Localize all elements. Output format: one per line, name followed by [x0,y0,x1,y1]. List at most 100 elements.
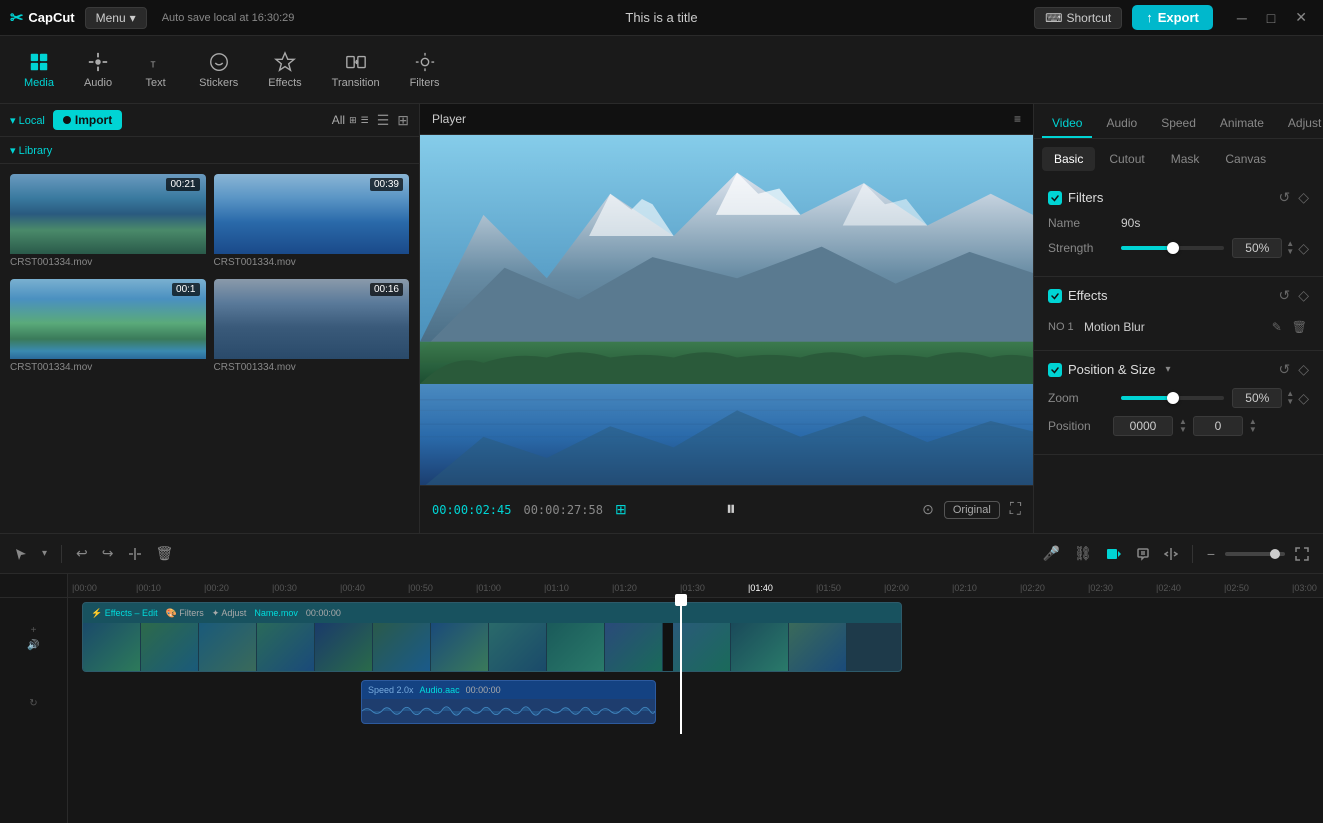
basic-tab-basic[interactable]: Basic [1042,147,1095,171]
crop-icon[interactable]: ⊙ [922,501,934,518]
delete-button[interactable]: 🗑 [152,541,178,566]
position-x-down[interactable]: ▼ [1177,426,1189,434]
list-view-btn[interactable]: ☰ [377,112,390,129]
filters-reset-button[interactable]: ↺ [1278,189,1290,206]
effects-reset-button[interactable]: ↺ [1278,287,1290,304]
media-item[interactable]: 00:1 CRST001334.mov [10,279,206,376]
tool-text[interactable]: T Text [128,45,183,95]
ruler-mark-active: |01:40 [748,583,773,593]
tab-animate[interactable]: Animate [1210,110,1274,138]
filters-title: Filters [1068,190,1103,205]
logo-icon: ✂ [10,8,23,28]
track-filename: Name.mov [254,608,298,618]
thumb-cell [141,623,199,671]
tool-filters[interactable]: Filters [396,45,454,95]
fullscreen-button[interactable]: ⛶ [1010,501,1021,519]
effect-edit-button[interactable]: ✎ [1270,318,1284,336]
tab-audio[interactable]: Audio [1096,110,1147,138]
undo-button[interactable]: ↩ [72,541,92,566]
audio-track[interactable]: Speed 2.0x Audio.aac 00:00:00 [361,680,656,724]
video-track[interactable]: ⚡ Effects – Edit 🎨 Filters ✦ Adjust Name… [82,602,902,672]
minimize-button[interactable]: ─ [1231,7,1253,28]
timeline-zoom-slider[interactable] [1225,552,1285,556]
filters-name-label: Name [1048,216,1113,230]
tab-adjust[interactable]: Adjust [1278,110,1323,138]
zoom-slider[interactable] [1121,396,1224,400]
position-diamond-button[interactable]: ◇ [1298,361,1309,378]
cursor-dropdown[interactable]: ▾ [38,544,51,563]
player-menu-button[interactable]: ≡ [1014,112,1021,126]
tool-audio[interactable]: Audio [70,45,126,95]
audio-track-icon[interactable]: 🔊 [27,640,39,651]
effects-diamond-button[interactable]: ◇ [1298,287,1309,304]
zoom-out-btn[interactable]: − [1203,542,1219,566]
media-item[interactable]: 00:16 CRST001334.mov [214,279,410,376]
filters-strength-input[interactable]: 50% [1232,238,1282,258]
filters-strength-diamond[interactable]: ◇ [1298,240,1309,257]
player-title: Player [432,112,466,126]
zoom-down[interactable]: ▼ [1284,398,1296,406]
grid-view-btn[interactable]: ⊞ [397,112,409,129]
shortcut-button[interactable]: ⌨ Shortcut [1034,7,1122,29]
position-checkbox[interactable] [1048,363,1062,377]
mic-button[interactable]: 🎤 [1039,541,1064,566]
tool-transition[interactable]: Transition [318,45,394,95]
position-y-down[interactable]: ▼ [1247,426,1259,434]
redo-button[interactable]: ↪ [98,541,118,566]
import-button[interactable]: Import [53,110,122,130]
filters-checkbox[interactable] [1048,191,1062,205]
right-panel: Video Audio Speed Animate Adjust Basic C… [1033,104,1323,533]
effects-edit-label: ⚡ Effects – Edit [91,608,158,619]
zoom-diamond[interactable]: ◇ [1298,390,1309,407]
all-filter[interactable]: All ⊞ ☰ [332,113,369,127]
ruler-mark: |00:30 [272,583,297,593]
playhead-handle[interactable] [675,594,687,606]
tool-effects[interactable]: Effects [254,45,315,95]
zoom-fit-btn[interactable] [1291,543,1313,565]
position-reset-button[interactable]: ↺ [1278,361,1290,378]
filters-strength-down[interactable]: ▼ [1284,248,1296,256]
refresh-icon[interactable]: ↻ [29,698,37,709]
adjust-label: ✦ Adjust [212,608,247,619]
document-title: This is a title [625,10,697,25]
tab-speed[interactable]: Speed [1151,110,1206,138]
audio-link-btn[interactable] [1132,543,1154,565]
cursor-tool[interactable] [10,543,32,565]
effect-name: Motion Blur [1084,320,1264,334]
basic-tab-cutout[interactable]: Cutout [1097,147,1156,171]
basic-tab-mask[interactable]: Mask [1159,147,1212,171]
play-pause-button[interactable]: ⏸ [726,498,736,521]
tool-media[interactable]: Media [10,45,68,95]
position-x-input[interactable]: 0000 [1113,416,1173,436]
effects-checkbox[interactable] [1048,289,1062,303]
filters-strength-slider[interactable] [1121,246,1224,250]
split-audio-btn[interactable] [1160,543,1182,565]
track-gap [663,623,673,671]
tab-video[interactable]: Video [1042,110,1092,138]
zoom-value-input[interactable]: 50% [1232,388,1282,408]
position-y-input[interactable]: 0 [1193,416,1243,436]
playhead[interactable] [680,598,682,734]
video-track-btn[interactable] [1102,543,1126,565]
local-dropdown[interactable]: ▾ Local [10,114,45,127]
filters-diamond-button[interactable]: ◇ [1298,189,1309,206]
media-item[interactable]: 00:39 CRST001334.mov [214,174,410,271]
position-chevron[interactable]: ▾ [1165,364,1170,375]
media-item[interactable]: 00:21 CRST001334.mov [10,174,206,271]
right-panel-tabs: Video Audio Speed Animate Adjust [1034,104,1323,139]
add-media-btn[interactable]: + [31,625,37,636]
effect-delete-button[interactable]: 🗑 [1290,318,1309,336]
grid-icon[interactable]: ⊞ [615,501,627,518]
menu-button[interactable]: Menu ▾ [85,7,147,29]
close-button[interactable]: ✕ [1289,7,1313,28]
link-button[interactable]: ⛓ [1070,541,1096,566]
maximize-button[interactable]: □ [1261,7,1281,28]
filters-label: 🎨 Filters [166,608,204,619]
original-badge[interactable]: Original [944,501,1000,519]
export-button[interactable]: ↑ Export [1132,5,1213,30]
split-button[interactable] [124,543,146,565]
basic-tab-canvas[interactable]: Canvas [1213,147,1278,171]
library-link[interactable]: ▾ Library [10,145,52,157]
tool-stickers[interactable]: Stickers [185,45,252,95]
media-duration: 00:39 [370,178,403,191]
